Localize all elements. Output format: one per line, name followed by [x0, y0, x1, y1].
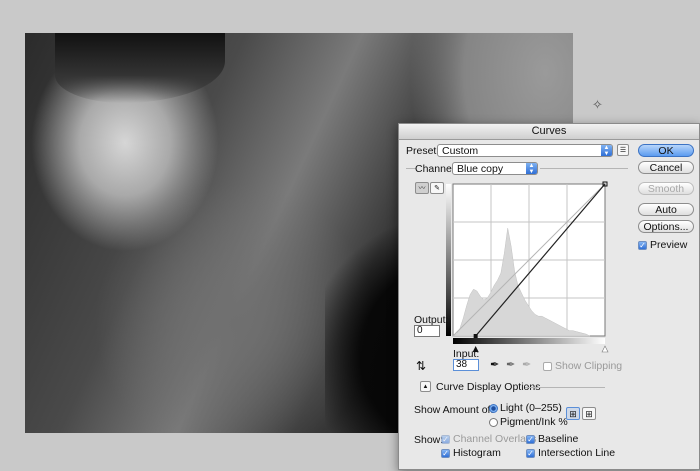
- show-clipping-checkbox[interactable]: [543, 362, 552, 371]
- dialog-title: Curves: [399, 124, 699, 140]
- cancel-button[interactable]: Cancel: [638, 161, 694, 174]
- channel-overlays-label: Channel Overlays: [453, 433, 537, 445]
- grid-simple-icon[interactable]: ⊞: [566, 407, 580, 420]
- intersection-line-checkbox[interactable]: ✓: [526, 449, 535, 458]
- options-divider: [525, 387, 605, 388]
- preset-value: Custom: [442, 145, 479, 157]
- show-clipping-label: Show Clipping: [555, 360, 623, 372]
- grid-detailed-icon[interactable]: ⊞: [582, 407, 596, 420]
- show-label: Show:: [414, 434, 444, 446]
- white-point-slider-icon[interactable]: [601, 345, 609, 353]
- photo-eyelash-region: [55, 33, 225, 103]
- histogram-checkbox[interactable]: ✓: [441, 449, 450, 458]
- preview-label: Preview: [650, 239, 688, 251]
- curve-point-black[interactable]: [473, 334, 478, 338]
- light-label: Light (0–255): [500, 402, 562, 414]
- preset-options-icon[interactable]: ☰: [617, 144, 629, 156]
- select-arrows-icon: ▲ ▼: [601, 145, 612, 157]
- options-button[interactable]: Options...: [638, 220, 694, 233]
- light-radio[interactable]: [489, 404, 498, 413]
- intersection-line-label: Intersection Line: [538, 447, 616, 459]
- black-eyedropper-icon[interactable]: ✒: [490, 358, 499, 371]
- baseline-label: Baseline: [538, 433, 579, 445]
- curve-point-tool-icon[interactable]: 〰: [415, 182, 429, 194]
- output-field[interactable]: 0: [414, 325, 440, 337]
- channel-label: Channel:: [415, 163, 458, 175]
- channel-overlays-checkbox[interactable]: ✓: [441, 435, 450, 444]
- pigment-label: Pigment/Ink %: [500, 416, 568, 428]
- baseline-checkbox[interactable]: ✓: [526, 435, 535, 444]
- preset-select[interactable]: Custom ▲ ▼: [437, 144, 613, 157]
- ok-button[interactable]: OK: [638, 144, 694, 157]
- channel-value: Blue copy: [457, 163, 504, 175]
- channel-select[interactable]: Blue copy ▲ ▼: [452, 162, 538, 175]
- sparkle-cursor-icon: ✧: [592, 97, 603, 112]
- preset-label: Preset:: [406, 145, 440, 157]
- smooth-button[interactable]: Smooth: [638, 182, 694, 195]
- show-amount-label: Show Amount of:: [414, 404, 494, 416]
- input-gradient-bar: [453, 338, 605, 344]
- on-image-adjust-icon[interactable]: ⇅: [416, 359, 426, 373]
- select-arrows-icon: ▲ ▼: [526, 163, 537, 175]
- channel-divider-right: [540, 168, 628, 169]
- input-field[interactable]: 38: [453, 359, 479, 371]
- white-eyedropper-icon[interactable]: ✒: [522, 358, 531, 371]
- pigment-radio[interactable]: [489, 418, 498, 427]
- gray-eyedropper-icon[interactable]: ✒: [506, 358, 515, 371]
- curve-graph[interactable]: [446, 178, 618, 354]
- disclosure-triangle-icon[interactable]: ▲: [420, 381, 431, 392]
- preview-checkbox[interactable]: ✓: [638, 241, 647, 250]
- auto-button[interactable]: Auto: [638, 203, 694, 216]
- pencil-tool-icon[interactable]: ✎: [430, 182, 444, 194]
- histogram-label: Histogram: [453, 447, 501, 459]
